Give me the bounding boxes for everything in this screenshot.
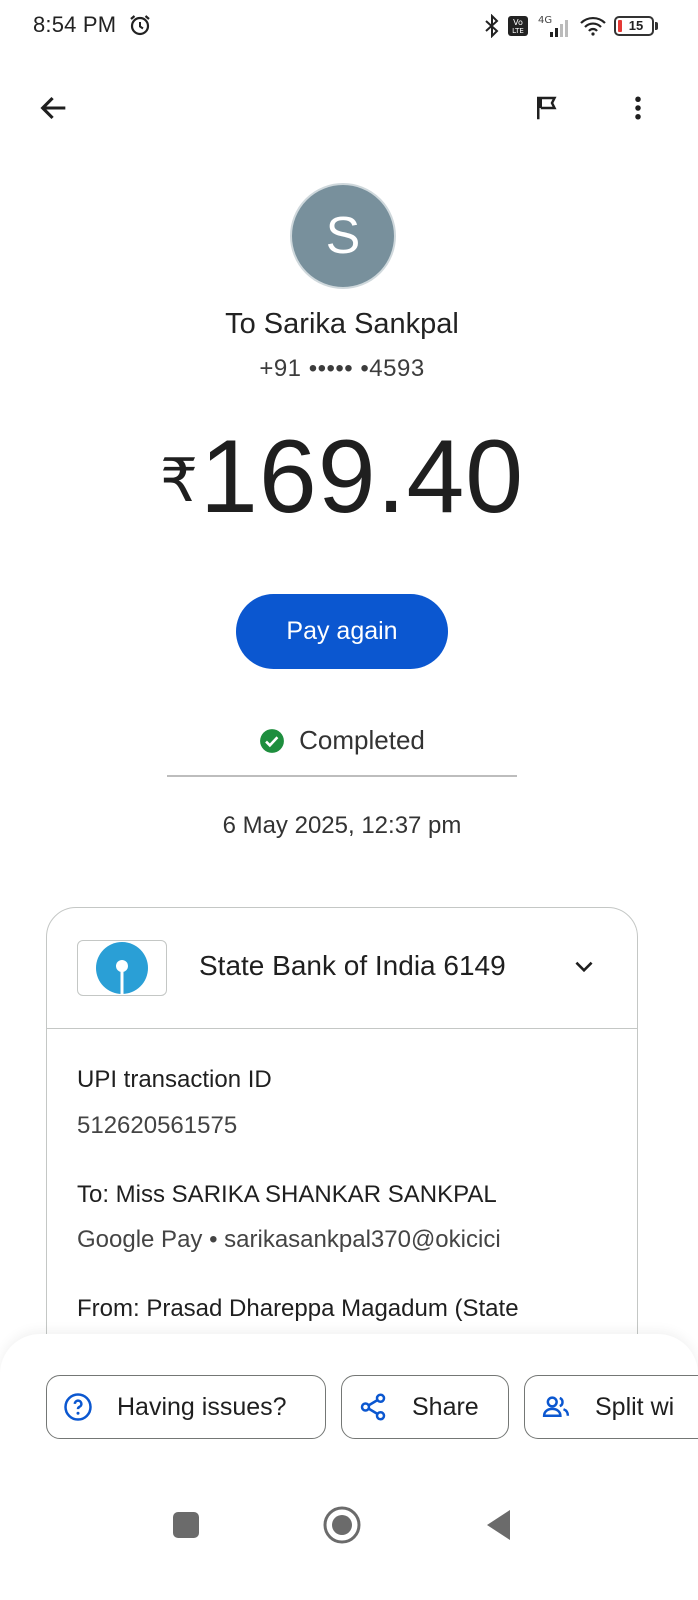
- signal-icon: 4G: [538, 15, 568, 37]
- help-icon: [64, 1393, 92, 1421]
- having-issues-button[interactable]: Having issues?: [46, 1375, 326, 1439]
- status-bar: 8:54 PM Vo LTE 4G 15: [0, 0, 698, 52]
- status-icons: Vo LTE 4G 15: [484, 12, 658, 40]
- wifi-icon: [580, 16, 606, 36]
- pay-again-button[interactable]: Pay again: [236, 594, 448, 669]
- home-icon: [323, 1506, 361, 1544]
- back-button[interactable]: [30, 84, 78, 132]
- svg-text:4G: 4G: [538, 15, 552, 26]
- currency-symbol: ₹: [159, 447, 199, 514]
- people-icon: [542, 1396, 570, 1417]
- bank-logo: [77, 940, 167, 996]
- bank-account-row[interactable]: State Bank of India 6149: [47, 908, 637, 1029]
- status-label: Completed: [299, 725, 425, 755]
- avatar-letter: S: [325, 207, 361, 265]
- to-label: To: Miss SARIKA SHANKAR SANKPAL: [77, 1181, 497, 1208]
- recipient-phone: +91 ••••• •4593: [259, 355, 425, 382]
- alarm-icon: [130, 15, 150, 36]
- volte-icon: Vo LTE: [508, 16, 528, 36]
- split-label: Split wi: [595, 1392, 675, 1421]
- bottom-action-sheet: Having issues? Share Split wi: [0, 1334, 698, 1600]
- report-button[interactable]: [523, 84, 571, 132]
- share-button[interactable]: Share: [341, 1375, 509, 1439]
- bluetooth-icon: [485, 14, 499, 38]
- home-button[interactable]: [322, 1505, 362, 1545]
- amount: ₹169.40: [0, 418, 684, 537]
- more-options-button[interactable]: [614, 84, 662, 132]
- check-circle-icon: [260, 728, 285, 753]
- battery-icon: 15: [614, 16, 658, 36]
- back-nav-button[interactable]: [478, 1505, 518, 1545]
- more-vertical-icon: [635, 96, 641, 120]
- chevron-down-icon[interactable]: [571, 954, 597, 980]
- upi-id-value: 512620561575: [77, 1112, 238, 1139]
- amount-value: 169.40: [200, 419, 525, 535]
- back-triangle-icon: [487, 1510, 510, 1540]
- svg-text:Vo: Vo: [513, 18, 523, 27]
- divider: [167, 775, 517, 777]
- avatar: S: [290, 183, 396, 289]
- bank-name: State Bank of India 6149: [199, 950, 506, 981]
- svg-text:LTE: LTE: [512, 27, 524, 35]
- recents-icon: [173, 1512, 199, 1538]
- to-detail: Google Pay • sarikasankpal370@okicici: [77, 1226, 501, 1253]
- battery-level: 15: [628, 18, 644, 33]
- transaction-datetime: 6 May 2025, 12:37 pm: [222, 812, 462, 839]
- recents-button[interactable]: [166, 1505, 206, 1545]
- status-time: 8:54 PM: [33, 12, 117, 37]
- transaction-details-card: State Bank of India 6149 UPI transaction…: [46, 907, 638, 1387]
- sbi-logo-icon: [96, 942, 148, 994]
- payment-status: Completed: [0, 725, 684, 756]
- from-label: From: Prasad Dhareppa Magadum (State: [77, 1295, 519, 1322]
- having-issues-label: Having issues?: [117, 1392, 287, 1421]
- split-button[interactable]: Split wi: [524, 1375, 698, 1439]
- arrow-left-icon: [40, 96, 66, 120]
- recipient-name: To Sarika Sankpal: [225, 308, 459, 340]
- upi-id-label: UPI transaction ID: [77, 1066, 272, 1093]
- share-label: Share: [412, 1392, 479, 1421]
- share-icon: [360, 1393, 386, 1421]
- flag-icon: [537, 96, 557, 120]
